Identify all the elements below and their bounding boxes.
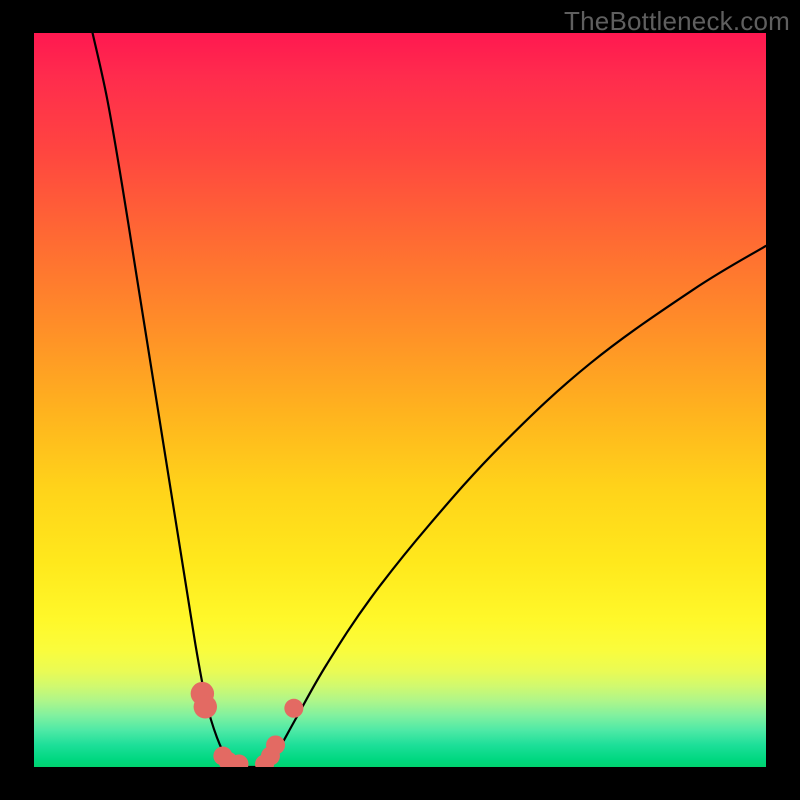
series-right-curve xyxy=(268,246,766,767)
watermark-text: TheBottleneck.com xyxy=(564,6,790,37)
marker-7 xyxy=(266,735,285,754)
chart-svg xyxy=(34,33,766,767)
marker-group xyxy=(191,682,304,767)
series-left-curve xyxy=(93,33,239,767)
plot-area xyxy=(34,33,766,767)
marker-1 xyxy=(194,695,217,718)
marker-8 xyxy=(284,699,303,718)
chart-frame: TheBottleneck.com xyxy=(0,0,800,800)
curve-group xyxy=(93,33,766,767)
